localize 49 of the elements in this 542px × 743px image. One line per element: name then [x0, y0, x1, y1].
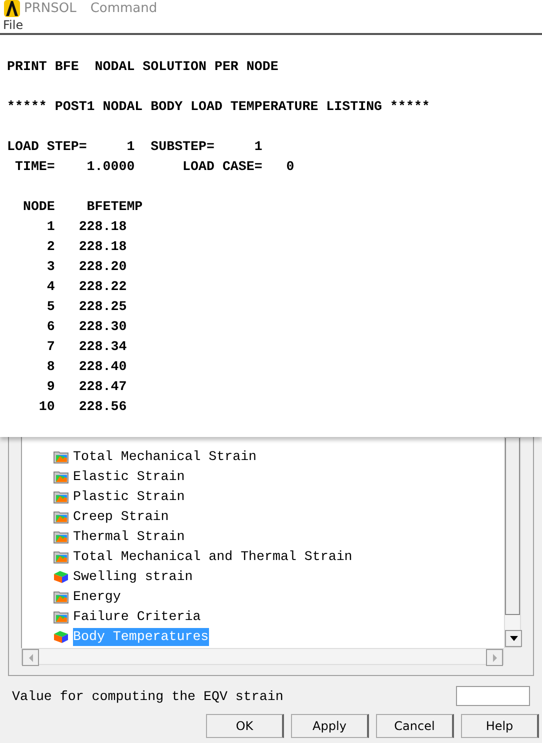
cube-icon: [53, 630, 69, 644]
output-line: 10 228.56: [38, 398, 128, 416]
output-line: 2 228.18: [46, 238, 128, 256]
list-item[interactable]: Swelling strain: [73, 568, 193, 586]
left-arrow-icon[interactable]: [28, 654, 32, 662]
output-line: PRINT BFE NODAL SOLUTION PER NODE: [7, 58, 280, 76]
list-item[interactable]: Creep Strain: [73, 508, 169, 526]
list-item[interactable]: Elastic Strain: [73, 468, 185, 486]
app-logo-icon: [4, 0, 20, 17]
list-item[interactable]: Failure Criteria: [73, 608, 201, 626]
list-item[interactable]: Thermal Strain: [73, 528, 185, 546]
output-line: 4 228.22: [46, 278, 128, 296]
window-subtitle: Command: [90, 1, 158, 16]
dialog-button[interactable]: Cancel: [376, 714, 454, 738]
down-arrow-icon[interactable]: [510, 636, 518, 641]
output-line: 6 228.30: [46, 318, 128, 336]
dialog-button[interactable]: Apply: [291, 714, 369, 738]
list-item[interactable]: Total Mechanical and Thermal Strain: [73, 548, 352, 566]
folder-icon: [53, 590, 69, 604]
output-line: LOAD STEP= 1 SUBSTEP= 1: [7, 138, 264, 156]
output-line: 3 228.20: [46, 258, 128, 276]
dialog-button[interactable]: Help: [461, 714, 539, 738]
output-line: ***** POST1 NODAL BODY LOAD TEMPERATURE LISTING *****: [7, 98, 431, 116]
output-line: 1 228.18: [46, 218, 128, 236]
folder-icon: [53, 510, 69, 524]
output-line: 7 228.34: [46, 338, 128, 356]
menu-item[interactable]: File: [0, 18, 26, 32]
vertical-scrollbar[interactable]: [504, 437, 521, 648]
output-line: NODE BFETEMP: [22, 198, 144, 216]
cube-icon: [53, 570, 69, 584]
list-item[interactable]: Total Mechanical Strain: [73, 448, 257, 466]
output-line: TIME= 1.0000 LOAD CASE= 0: [14, 158, 296, 176]
list-item[interactable]: Plastic Strain: [73, 488, 185, 506]
folder-icon: [53, 550, 69, 564]
folder-icon: [53, 490, 69, 504]
dialog-button[interactable]: OK: [206, 714, 284, 738]
folder-icon: [53, 470, 69, 484]
field-label: Value for computing the EQV strain: [12, 688, 284, 704]
output-line: 9 228.47: [46, 378, 128, 396]
horizontal-scrollbar[interactable]: [21, 648, 504, 665]
right-arrow-icon[interactable]: [492, 654, 496, 662]
window-title: PRNSOL: [24, 1, 76, 16]
output-line: 8 228.40: [46, 358, 128, 376]
eqv-input-field[interactable]: [456, 686, 530, 706]
folder-icon: [53, 610, 69, 624]
folder-icon: [53, 450, 69, 464]
folder-icon: [53, 530, 69, 544]
output-line: 5 228.25: [46, 298, 128, 316]
list-item[interactable]: Energy: [73, 588, 121, 606]
